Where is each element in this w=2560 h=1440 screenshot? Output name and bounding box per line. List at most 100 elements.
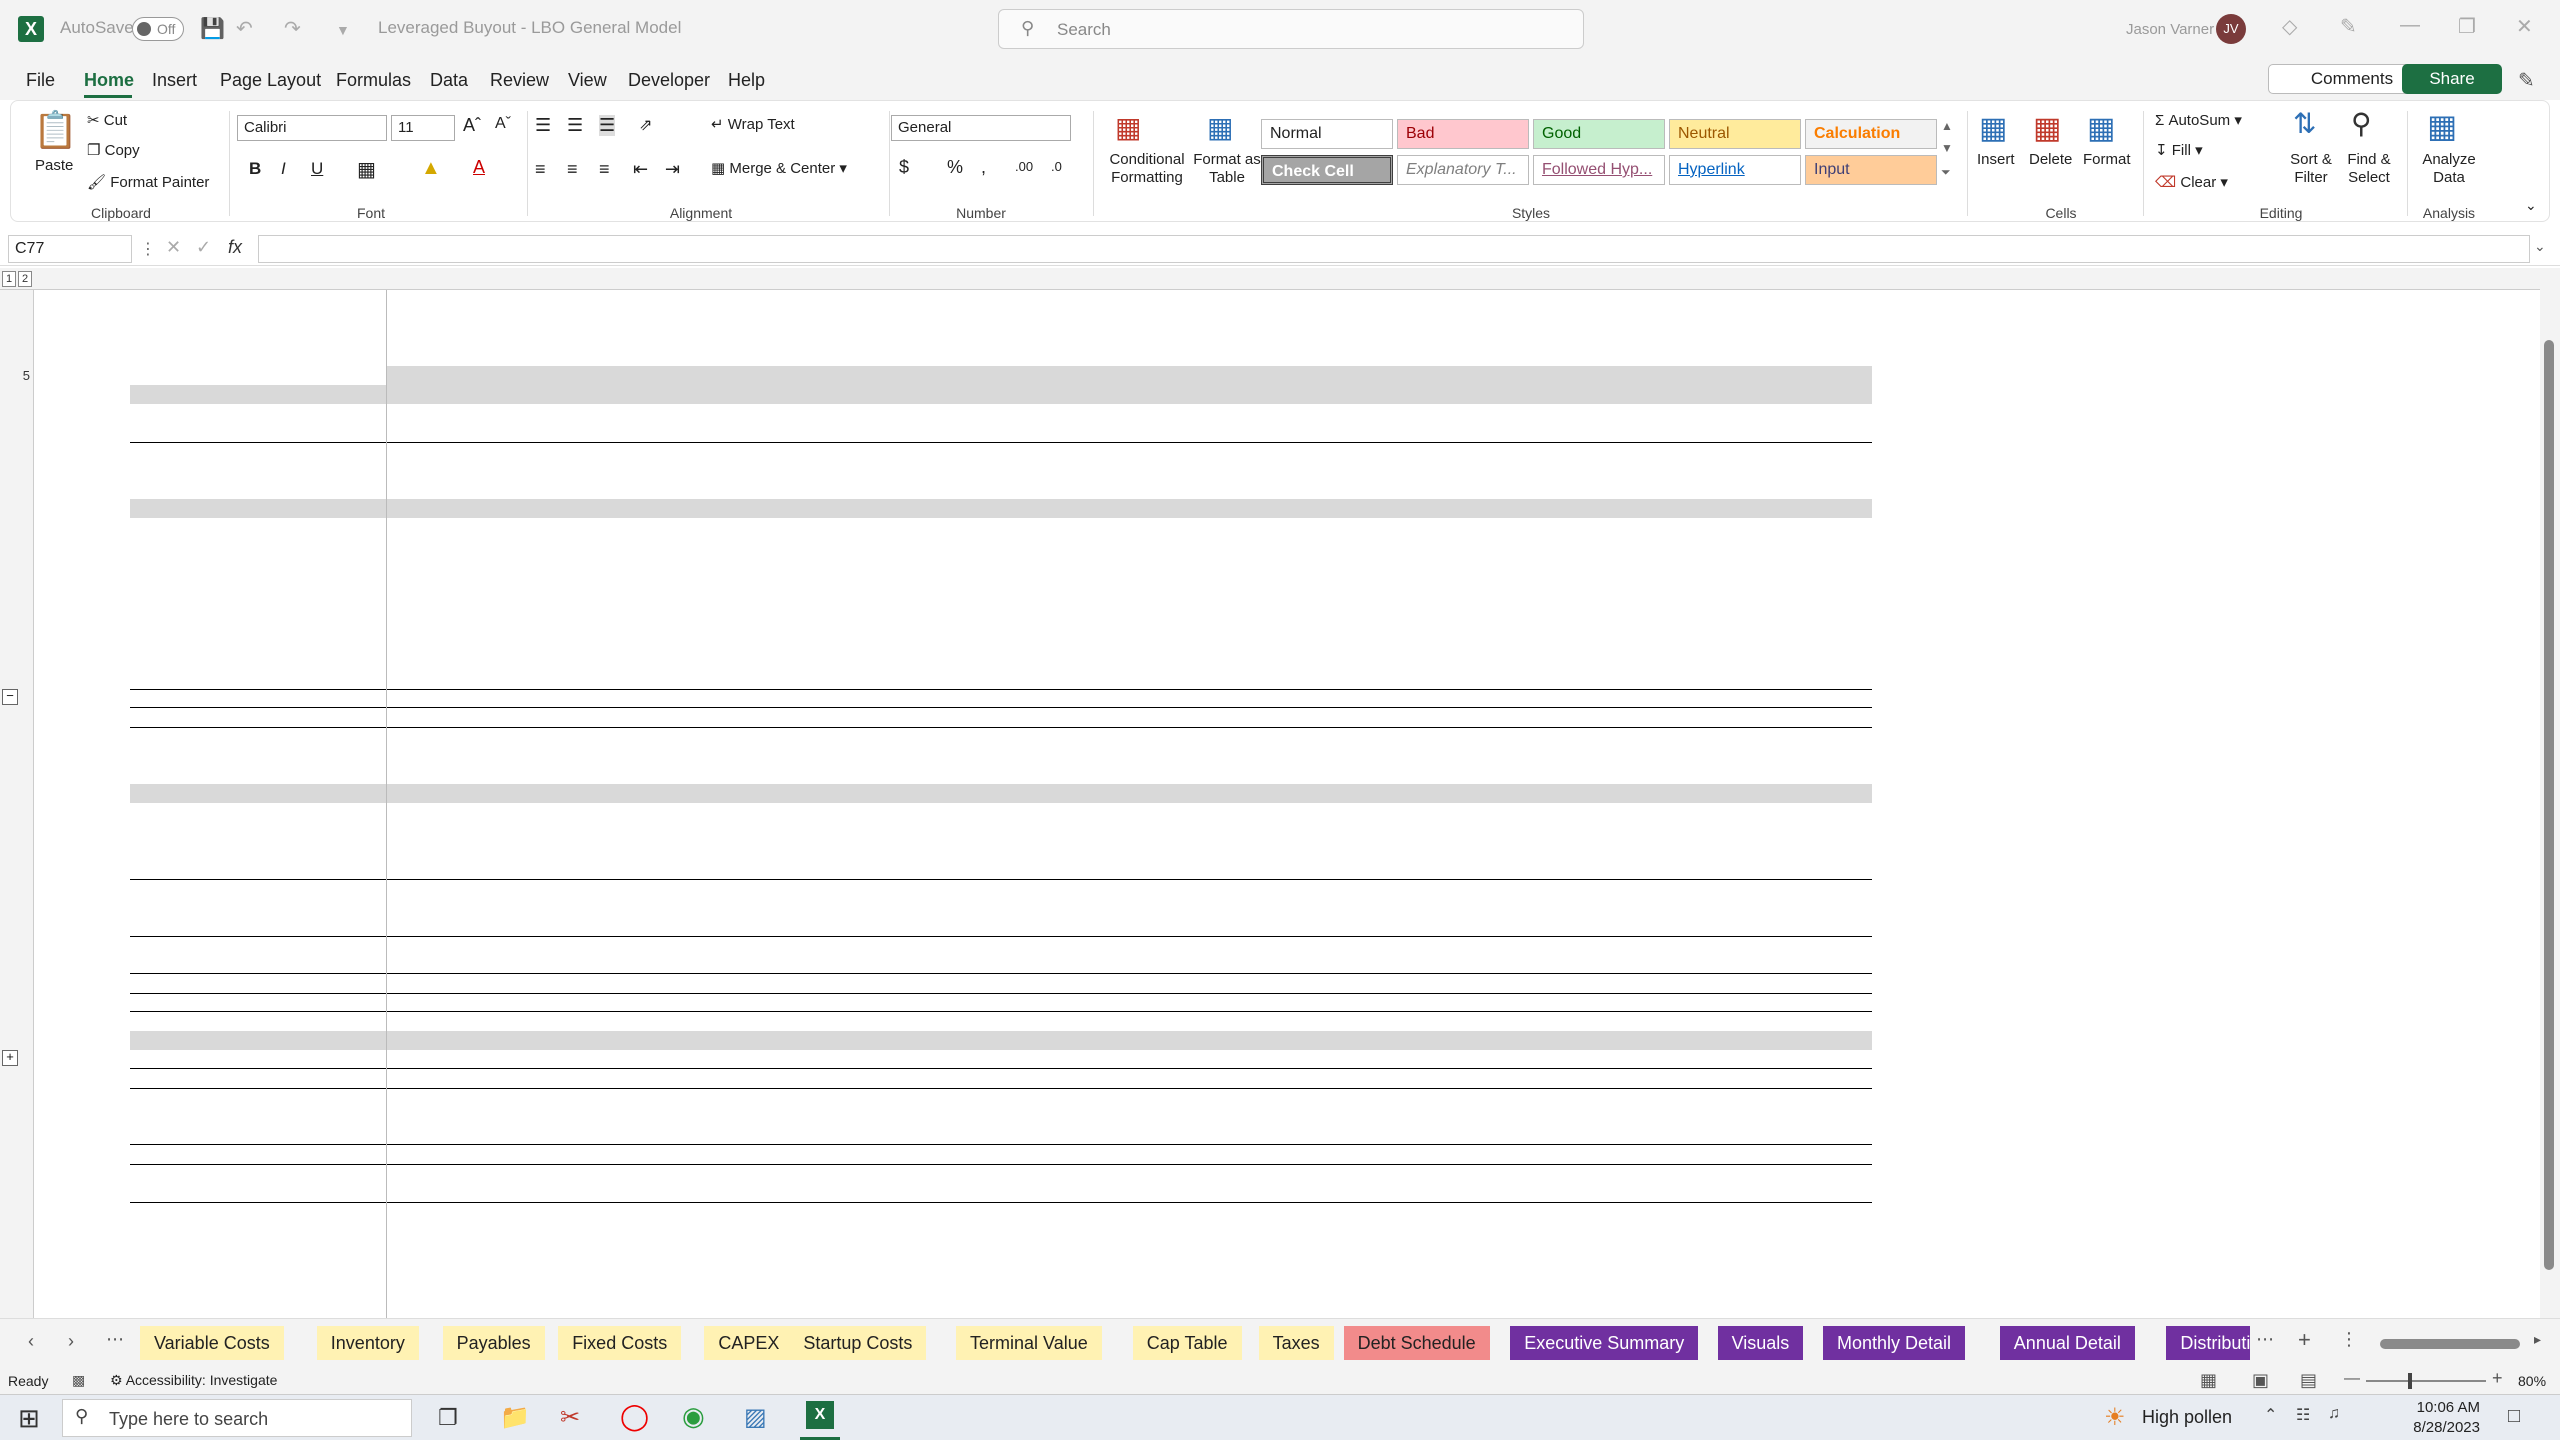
zoom-slider[interactable] <box>2366 1380 2486 1382</box>
format-cells-button[interactable]: Format <box>2083 151 2131 168</box>
percent-icon[interactable]: % <box>947 157 963 178</box>
minimize-icon[interactable]: — <box>2400 14 2420 37</box>
page-break-view-icon[interactable]: ▤ <box>2300 1370 2317 1391</box>
close-icon[interactable]: ✕ <box>2516 14 2533 39</box>
snipping-tool-icon[interactable]: ✂ <box>560 1403 580 1432</box>
opera-icon[interactable]: ◯ <box>620 1401 649 1432</box>
delete-cells-button[interactable]: Delete <box>2029 151 2072 168</box>
tab-page-layout[interactable]: Page Layout <box>220 70 321 91</box>
number-format-select[interactable]: General <box>891 115 1071 141</box>
chrome-icon[interactable]: ◉ <box>682 1401 705 1432</box>
style-neutral[interactable]: Neutral <box>1669 119 1801 149</box>
comma-style-icon[interactable]: , <box>981 157 986 178</box>
copy-button[interactable]: ❐ Copy <box>87 141 140 159</box>
file-explorer-icon[interactable]: 📁 <box>500 1403 530 1432</box>
grow-font-icon[interactable]: Aˆ <box>463 115 481 136</box>
style-normal[interactable]: Normal <box>1261 119 1393 149</box>
underline-icon[interactable]: U <box>311 159 323 179</box>
autosum-button[interactable]: Σ AutoSum ▾ <box>2155 111 2242 129</box>
tab-insert[interactable]: Insert <box>152 70 197 91</box>
windows-start-icon[interactable]: ⊞ <box>18 1403 40 1434</box>
paste-icon[interactable]: 📋 <box>33 109 78 151</box>
sheet-tab[interactable]: Inventory <box>316 1326 419 1360</box>
align-top-icon[interactable]: ☰ <box>535 115 551 136</box>
diamond-icon[interactable]: ◇ <box>2282 14 2297 39</box>
share-button[interactable]: Share <box>2402 64 2502 94</box>
collapse-ribbon-icon[interactable]: ⌄ <box>2525 197 2537 214</box>
more-icon[interactable]: ⋮ <box>140 239 156 259</box>
sort-filter-button[interactable]: Sort & Filter <box>2283 151 2339 187</box>
collapse-group-icon[interactable]: − <box>2 689 18 705</box>
worksheet-grid[interactable]: 12 5 − + <box>0 268 2540 1318</box>
increase-indent-icon[interactable]: ⇥ <box>665 159 680 180</box>
scroll-right-icon[interactable]: ▸ <box>2534 1331 2541 1348</box>
styles-more-icon[interactable]: ⏷ <box>1941 165 1951 180</box>
new-sheet-icon[interactable]: + <box>2298 1327 2311 1353</box>
save-icon[interactable]: 💾 <box>200 16 225 41</box>
clear-button[interactable]: ⌫ Clear ▾ <box>2155 173 2228 191</box>
expand-group-icon[interactable]: + <box>2 1050 18 1066</box>
decrease-indent-icon[interactable]: ⇤ <box>633 159 648 180</box>
sheet-tab[interactable]: Terminal Value <box>956 1326 1102 1360</box>
notifications-icon[interactable]: □ <box>2508 1405 2520 1428</box>
style-hyperlink[interactable]: Hyperlink <box>1669 155 1801 185</box>
align-right-icon[interactable]: ≡ <box>599 159 610 180</box>
restore-icon[interactable]: ❐ <box>2458 14 2476 39</box>
decrease-decimal-icon[interactable]: .0 <box>1051 159 1062 174</box>
prev-sheet-icon[interactable]: ‹ <box>28 1331 34 1352</box>
style-check-cell[interactable]: Check Cell <box>1261 155 1393 185</box>
sheet-tab[interactable]: Distributions <box>2166 1326 2250 1360</box>
avatar[interactable]: JV <box>2216 14 2246 44</box>
search-box[interactable]: ⚲ Search <box>998 9 1584 49</box>
font-size-select[interactable]: 11 <box>391 115 455 141</box>
sheet-tab[interactable]: CAPEX <box>704 1326 794 1360</box>
more-sheets-icon[interactable]: ⋯ <box>106 1329 124 1350</box>
increase-decimal-icon[interactable]: .00 <box>1015 159 1033 174</box>
feedback-icon[interactable]: ✎ <box>2518 68 2535 93</box>
style-bad[interactable]: Bad <box>1397 119 1529 149</box>
macro-icon[interactable]: ▩ <box>72 1372 85 1389</box>
tab-review[interactable]: Review <box>490 70 549 91</box>
horizontal-scroll-thumb[interactable] <box>2380 1339 2520 1349</box>
merge-center-button[interactable]: ▦ Merge & Center ▾ <box>711 159 847 177</box>
font-color-icon[interactable]: A <box>473 157 485 178</box>
zoom-level[interactable]: 80% <box>2518 1373 2546 1389</box>
wrap-text-button[interactable]: ↵ Wrap Text <box>711 115 795 133</box>
cut-button[interactable]: ✂ Cut <box>87 111 127 129</box>
style-calculation[interactable]: Calculation <box>1805 119 1937 149</box>
expand-formula-icon[interactable]: ⌄ <box>2534 238 2546 255</box>
scroll-thumb[interactable] <box>2544 340 2554 1270</box>
format-painter-button[interactable]: 🖌 Format Painter <box>87 173 209 191</box>
formula-input[interactable] <box>258 235 2530 263</box>
style-input[interactable]: Input <box>1805 155 1937 185</box>
taskbar-search[interactable]: ⚲ Type here to search <box>62 1399 412 1437</box>
zoom-in-icon[interactable]: + <box>2492 1368 2503 1389</box>
styles-scroll-up-icon[interactable]: ▲ <box>1941 119 1953 133</box>
volume-icon[interactable]: ♫ <box>2328 1405 2340 1423</box>
accessibility-status[interactable]: ⚙ Accessibility: Investigate <box>110 1372 277 1389</box>
font-name-select[interactable]: Calibri <box>237 115 387 141</box>
normal-view-icon[interactable]: ▦ <box>2200 1370 2217 1391</box>
next-sheet-icon[interactable]: › <box>68 1331 74 1352</box>
sheet-tab[interactable]: Taxes <box>1258 1326 1334 1360</box>
redo-icon[interactable]: ↷ <box>284 16 301 41</box>
italic-icon[interactable]: I <box>281 159 286 179</box>
cancel-icon[interactable]: ✕ <box>166 237 181 258</box>
enter-icon[interactable]: ✓ <box>196 237 211 258</box>
task-view-icon[interactable]: ❐ <box>438 1405 458 1431</box>
weather-text[interactable]: High pollen <box>2142 1407 2232 1428</box>
sheet-tab[interactable]: Variable Costs <box>140 1326 284 1360</box>
cells-area[interactable]: − + <box>0 268 2540 1318</box>
tab-formulas[interactable]: Formulas <box>336 70 411 91</box>
sheet-tab[interactable]: Fixed Costs <box>558 1326 682 1360</box>
tab-data[interactable]: Data <box>430 70 468 91</box>
sheet-tab[interactable]: Annual Detail <box>1999 1326 2135 1360</box>
autosave-toggle[interactable]: Off <box>132 17 184 41</box>
tab-developer[interactable]: Developer <box>628 70 710 91</box>
tabs-more-icon[interactable]: ⋯ <box>2256 1329 2274 1350</box>
borders-icon[interactable]: ▦ <box>357 157 376 182</box>
tab-view[interactable]: View <box>568 70 607 91</box>
sheet-tab[interactable]: Visuals <box>1717 1326 1804 1360</box>
app-icon[interactable]: ▨ <box>744 1403 767 1432</box>
page-layout-view-icon[interactable]: ▣ <box>2252 1370 2269 1391</box>
